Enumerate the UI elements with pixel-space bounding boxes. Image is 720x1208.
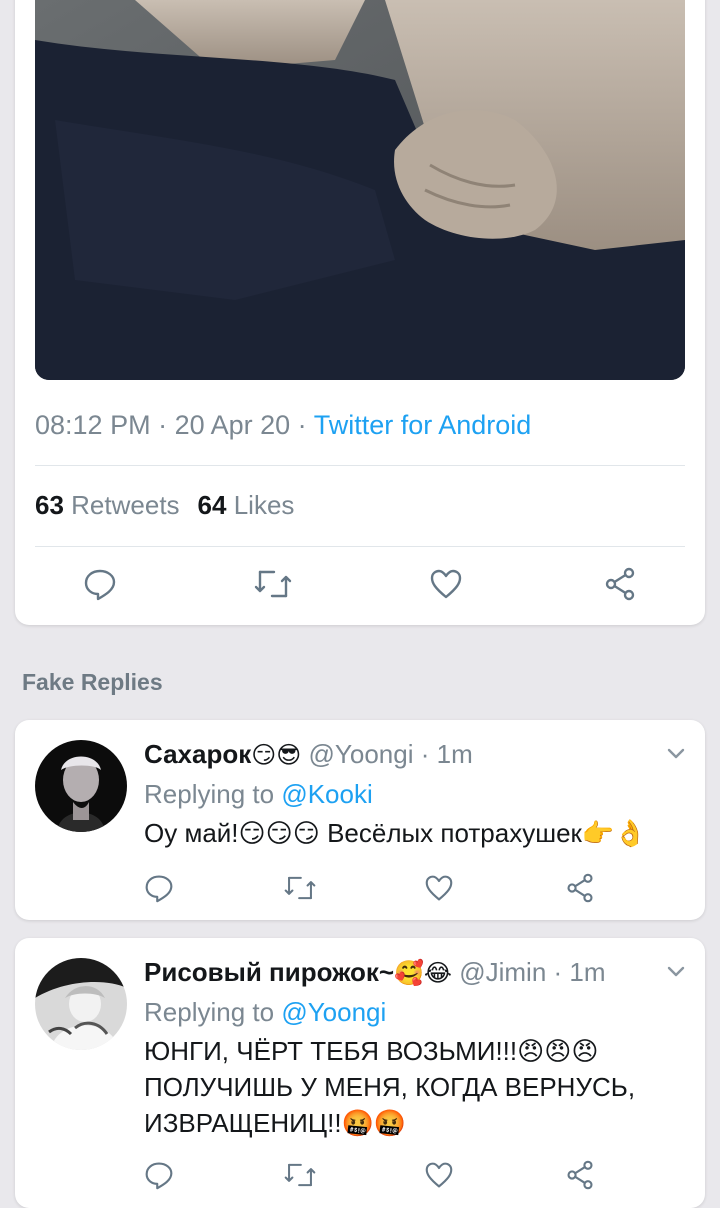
reply-time: 1m (569, 957, 606, 987)
tweet-stats: 63 Retweets 64 Likes (35, 490, 294, 521)
reply-display-name[interactable]: Рисовый пирожок~ (144, 957, 394, 987)
name-emoji: 😏😎 (251, 741, 302, 769)
tweet-actions (15, 564, 705, 614)
replying-to-handle[interactable]: @Kooki (281, 779, 372, 809)
reply-handle[interactable]: @Yoongi (309, 739, 414, 769)
reply-actions (15, 1155, 705, 1195)
tweet-source-link[interactable]: Twitter for Android (314, 410, 532, 440)
chevron-down-icon[interactable] (665, 960, 687, 982)
separator: · (290, 410, 314, 440)
separator: · (150, 410, 175, 440)
likes-stat[interactable]: 64 Likes (198, 490, 295, 520)
chevron-down-icon[interactable] (665, 742, 687, 764)
share-icon[interactable] (560, 1155, 600, 1195)
replying-prefix: Replying to (144, 779, 275, 809)
reply-icon[interactable] (80, 564, 120, 604)
tweet-time: 08:12 PM (35, 410, 151, 440)
reply-card[interactable]: Сахарок😏😎 @Yoongi · 1m Replying to @Kook… (15, 720, 705, 920)
reply-header: Сахарок😏😎 @Yoongi · 1m (144, 739, 473, 769)
like-icon[interactable] (426, 564, 466, 604)
reply-header: Рисовый пирожок~🥰😂 @Jimin · 1m (144, 957, 606, 987)
reply-card[interactable]: Рисовый пирожок~🥰😂 @Jimin · 1m Replying … (15, 938, 705, 1208)
reply-icon[interactable] (139, 1155, 179, 1195)
reply-display-name[interactable]: Сахарок (144, 739, 251, 769)
replying-to-handle[interactable]: @Yoongi (281, 997, 386, 1027)
share-icon[interactable] (600, 564, 640, 604)
reply-icon[interactable] (139, 868, 179, 908)
replying-to: Replying to @Yoongi (144, 995, 684, 1029)
avatar[interactable] (35, 958, 127, 1050)
retweets-stat[interactable]: 63 Retweets (35, 490, 180, 520)
divider (35, 465, 685, 466)
divider (35, 546, 685, 547)
share-icon[interactable] (560, 868, 600, 908)
name-emoji: 🥰😂 (394, 959, 452, 987)
reply-actions (15, 868, 705, 908)
reply-text: Оу май!😏😏😏 Весёлых потрахушек👉👌 (144, 818, 647, 848)
reply-time: 1m (436, 739, 473, 769)
tweet-card: 08:12 PM · 20 Apr 20 · Twitter for Andro… (15, 0, 705, 625)
retweet-icon[interactable] (280, 1155, 320, 1195)
reply-text: ЮНГИ, ЧЁРТ ТЕБЯ ВОЗЬМИ!!!😠😠😠 ПОЛУЧИШЬ У … (144, 1036, 636, 1138)
like-icon[interactable] (419, 1155, 459, 1195)
reply-handle[interactable]: @Jimin (459, 957, 546, 987)
avatar[interactable] (35, 740, 127, 832)
retweet-icon[interactable] (280, 868, 320, 908)
retweet-icon[interactable] (253, 564, 293, 604)
tweet-date: 20 Apr 20 (174, 410, 291, 440)
section-label: Fake Replies (22, 669, 163, 695)
tweet-photo[interactable] (35, 0, 685, 380)
tweet-meta: 08:12 PM · 20 Apr 20 · Twitter for Andro… (35, 410, 531, 441)
replying-prefix: Replying to (144, 997, 275, 1027)
like-icon[interactable] (419, 868, 459, 908)
replying-to: Replying to @Kooki (144, 777, 684, 811)
